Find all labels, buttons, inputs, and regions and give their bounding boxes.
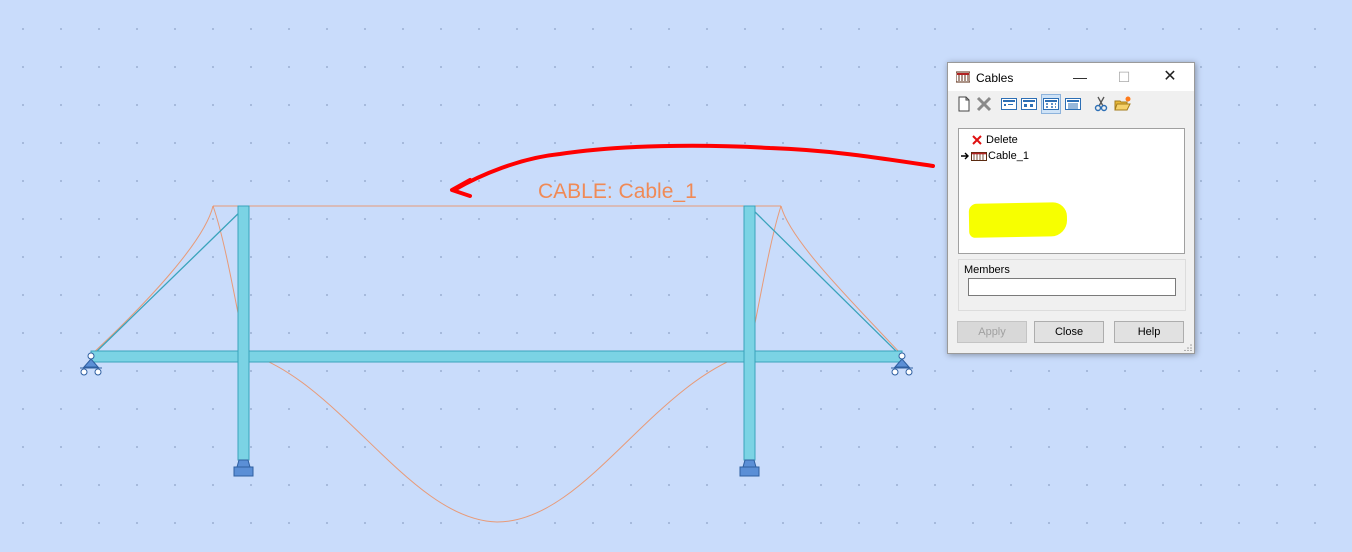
members-input[interactable]: [968, 278, 1176, 296]
view-large-icons-icon[interactable]: [1020, 95, 1038, 113]
fixed-support-icon: [233, 459, 254, 477]
maximize-button[interactable]: ☐: [1102, 63, 1146, 91]
view-small-icons-icon[interactable]: [1000, 95, 1018, 113]
list-item-label: Cable_1: [988, 149, 1029, 162]
view-list-icon[interactable]: [1041, 94, 1061, 114]
cables-dialog[interactable]: Cables — ☐ ✕ Delete Cable_1 Members Appl…: [947, 62, 1195, 354]
tower-right[interactable]: [743, 205, 756, 461]
red-x-icon: [972, 134, 982, 145]
help-button[interactable]: Help: [1114, 321, 1184, 343]
members-group: Members: [958, 259, 1186, 311]
fixed-support-icon: [739, 459, 760, 477]
arrow-right-icon: [961, 152, 969, 159]
resize-grip-icon[interactable]: [1184, 343, 1192, 351]
cable-lines[interactable]: [90, 205, 903, 523]
cable-app-icon: [956, 71, 970, 83]
cables-list[interactable]: Delete Cable_1: [958, 128, 1185, 254]
minimize-button[interactable]: —: [1058, 63, 1102, 91]
cut-icon[interactable]: [1092, 95, 1110, 113]
list-item-label: Delete: [986, 133, 1018, 146]
dialog-toolbar: [954, 94, 1190, 115]
members-label: Members: [964, 264, 1010, 276]
cable-annotation-label: CABLE: Cable_1: [538, 180, 697, 203]
selection-highlight: [968, 202, 1068, 238]
view-details-icon[interactable]: [1064, 95, 1082, 113]
list-item-delete[interactable]: Delete: [971, 132, 1018, 147]
delete-icon[interactable]: [975, 95, 993, 113]
cable-icon: [971, 151, 987, 161]
new-icon[interactable]: [955, 95, 973, 113]
stay-members[interactable]: [92, 205, 901, 356]
dialog-title: Cables: [976, 71, 1014, 85]
dialog-titlebar[interactable]: Cables — ☐ ✕: [948, 63, 1194, 91]
list-item-cable-1[interactable]: Cable_1: [960, 148, 1029, 163]
close-button[interactable]: Close: [1034, 321, 1104, 343]
tower-left[interactable]: [237, 205, 250, 461]
open-folder-icon[interactable]: [1114, 95, 1132, 113]
apply-button[interactable]: Apply: [957, 321, 1027, 343]
close-window-button[interactable]: ✕: [1148, 63, 1192, 91]
deck-member[interactable]: [90, 350, 903, 363]
